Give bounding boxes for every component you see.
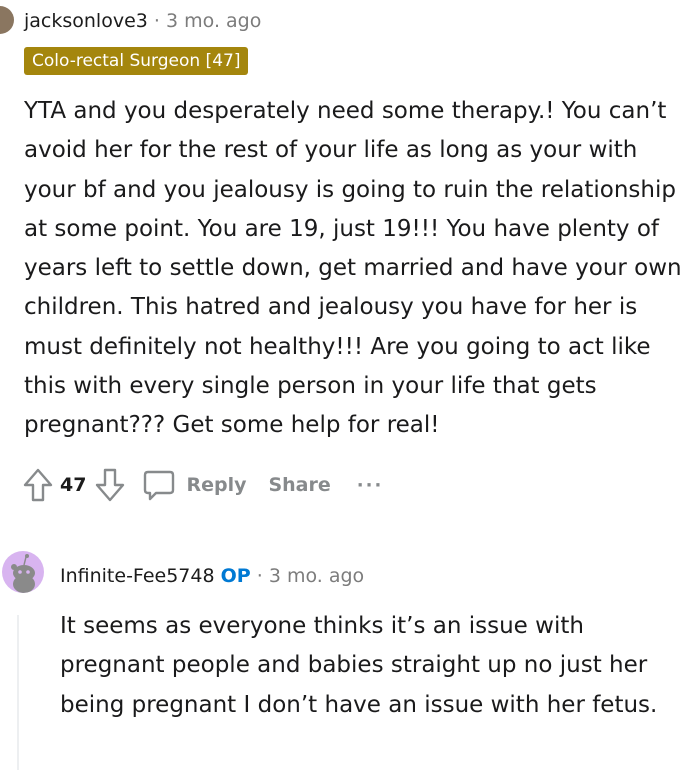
op-badge: OP [220,565,251,587]
comment-bubble-icon [144,470,175,501]
comment-header: Infinite-Fee5748 OP · 3 mo. ago [60,563,364,589]
comment-header: jacksonlove3 · 3 mo. ago [24,8,261,34]
comment-body: YTA and you desperately need some therap… [24,98,682,439]
separator: · [153,10,160,32]
downvote-icon[interactable] [94,467,126,503]
vote-score: 47 [60,474,87,496]
share-button[interactable]: Share [268,474,330,496]
avatar[interactable] [2,551,44,593]
reply-button[interactable]: Reply [142,468,246,502]
thread-line[interactable] [17,615,19,770]
comment-actions: 47 Reply Share ··· [22,462,383,508]
snoo-avatar-icon [11,554,35,593]
more-options-icon[interactable]: ··· [357,475,384,496]
upvote-icon[interactable] [22,467,54,503]
timestamp[interactable]: 3 mo. ago [166,10,261,32]
avatar[interactable] [0,6,14,34]
username[interactable]: jacksonlove3 [24,10,148,32]
user-flair: Colo-rectal Surgeon [47] [24,47,249,75]
timestamp[interactable]: 3 mo. ago [269,565,364,587]
username[interactable]: Infinite-Fee5748 [60,565,215,587]
separator: · [256,565,263,587]
reply-label: Reply [186,474,247,496]
comment-body: It seems as everyone thinks it’s an issu… [60,613,658,718]
